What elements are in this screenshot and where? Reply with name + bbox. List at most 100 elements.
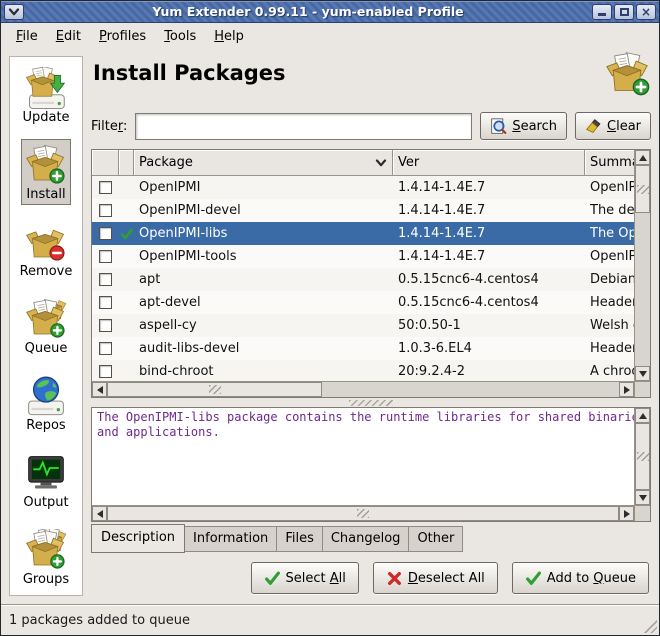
sidebar-item-groups[interactable]: Groups <box>19 524 73 590</box>
row-checkbox[interactable] <box>99 204 112 217</box>
menu-file[interactable]: File <box>7 25 47 48</box>
deselect-all-button[interactable]: Deselect All <box>373 562 498 594</box>
scroll-down-arrow[interactable] <box>635 366 650 381</box>
sidebar-item-label: Remove <box>20 264 73 279</box>
column-header-package[interactable]: Package <box>134 150 393 176</box>
description-vertical-scrollbar[interactable] <box>634 408 650 505</box>
sidebar-item-remove[interactable]: Remove <box>16 216 77 282</box>
column-header-summary[interactable]: Summary <box>585 150 634 176</box>
red-cross-icon <box>386 570 403 587</box>
sidebar-item-install[interactable]: Install <box>21 139 71 205</box>
sidebar-item-label: Queue <box>25 341 68 356</box>
tab-information[interactable]: Information <box>185 526 277 552</box>
row-checkbox[interactable] <box>99 227 112 240</box>
sidebar-item-label: Repos <box>26 418 65 433</box>
row-checkbox[interactable] <box>99 273 112 286</box>
check-icon <box>264 570 281 587</box>
add-to-queue-button[interactable]: Add to Queue <box>512 562 649 594</box>
clear-button[interactable]: Clear <box>575 112 651 140</box>
table-row[interactable]: audit-libs-devel 1.0.3-6.EL4 Header <box>92 337 634 360</box>
column-header-checkbox[interactable] <box>92 150 119 176</box>
table-row[interactable]: OpenIPMI-devel 1.4.14-1.4E.7 The dev <box>92 199 634 222</box>
scroll-down-arrow[interactable] <box>635 490 650 505</box>
row-checkbox[interactable] <box>99 365 112 378</box>
menu-help[interactable]: Help <box>205 25 253 48</box>
table-row[interactable]: apt 0.5.15cnc6-4.centos4 Debian' <box>92 268 634 291</box>
chevron-down-icon <box>8 8 20 16</box>
tab-other[interactable]: Other <box>409 526 463 552</box>
select-all-button[interactable]: Select All <box>251 562 359 594</box>
description-horizontal-scrollbar[interactable] <box>92 505 650 521</box>
queued-check-icon <box>120 227 134 241</box>
action-buttons: Select All Deselect All Add to Queue <box>91 562 651 594</box>
sidebar-item-queue[interactable]: Queue <box>21 293 72 359</box>
scroll-right-arrow[interactable] <box>619 506 634 521</box>
menubar: File Edit Profiles Tools Help <box>1 23 659 49</box>
table-row[interactable]: apt-devel 0.5.15cnc6-4.centos4 Header <box>92 291 634 314</box>
sidebar-item-label: Output <box>23 495 68 510</box>
table-row[interactable]: bind-chroot 20:9.2.4-2 A chroo <box>92 360 634 381</box>
table-row[interactable]: aspell-cy 50:0.50-1 Welsh d <box>92 314 634 337</box>
scroll-left-arrow[interactable] <box>92 382 107 397</box>
table-vertical-scrollbar[interactable] <box>634 150 650 381</box>
resize-grip[interactable] <box>642 618 657 633</box>
scrollbar-thumb[interactable] <box>635 165 650 213</box>
table-horizontal-scrollbar[interactable] <box>92 381 650 397</box>
sidebar: Update Install Remove <box>9 56 83 596</box>
maximize-icon <box>620 8 629 16</box>
tab-changelog[interactable]: Changelog <box>323 526 410 552</box>
info-tabs: Description Information Files Changelog … <box>91 524 651 551</box>
search-icon <box>490 118 507 135</box>
column-header-version[interactable]: Ver <box>393 150 585 176</box>
minimize-icon <box>598 13 606 16</box>
scrollbar-thumb[interactable] <box>107 382 322 397</box>
deselect-all-label: Deselect All <box>408 571 485 586</box>
table-row-selected[interactable]: OpenIPMI-libs 1.4.14-1.4E.7 The Op <box>92 222 634 245</box>
maximize-button[interactable] <box>614 4 634 20</box>
pane-splitter[interactable] <box>91 398 651 407</box>
row-checkbox[interactable] <box>99 181 112 194</box>
row-checkbox[interactable] <box>99 250 112 263</box>
sidebar-item-output[interactable]: Output <box>19 447 72 513</box>
scrollbar-corner <box>634 506 650 521</box>
check-icon <box>525 570 542 587</box>
titlebar[interactable]: Yum Extender 0.99.11 - yum-enabled Profi… <box>1 1 659 23</box>
sidebar-item-label: Install <box>26 187 65 202</box>
scrollbar-thumb[interactable] <box>107 506 619 521</box>
table-row[interactable]: OpenIPMI 1.4.14-1.4E.7 OpenIP <box>92 176 634 199</box>
window-title: Yum Extender 0.99.11 - yum-enabled Profi… <box>25 4 591 19</box>
search-button-label: Search <box>512 119 557 134</box>
tab-files[interactable]: Files <box>277 526 323 552</box>
package-remove-icon <box>25 221 67 263</box>
menu-profiles[interactable]: Profiles <box>90 25 155 48</box>
window-menu-button[interactable] <box>4 4 24 20</box>
tab-description[interactable]: Description <box>91 524 185 553</box>
menu-tools[interactable]: Tools <box>155 25 205 48</box>
sidebar-item-repos[interactable]: Repos <box>21 370 71 436</box>
scroll-left-arrow[interactable] <box>92 506 107 521</box>
row-checkbox[interactable] <box>99 296 112 309</box>
package-table: Package Ver Summary <box>91 149 651 398</box>
scroll-right-arrow[interactable] <box>619 382 634 397</box>
description-panel: The OpenIPMI-libs package contains the r… <box>91 407 651 522</box>
statusbar: 1 packages added to queue <box>1 604 659 635</box>
scroll-up-arrow[interactable] <box>635 150 650 165</box>
scrollbar-corner <box>634 382 650 397</box>
install-packages-icon <box>605 51 651 97</box>
sidebar-item-update[interactable]: Update <box>18 62 73 128</box>
minimize-button[interactable] <box>592 4 612 20</box>
close-button[interactable]: × <box>636 4 656 20</box>
row-checkbox[interactable] <box>99 319 112 332</box>
scroll-up-arrow[interactable] <box>635 408 650 423</box>
column-header-status[interactable] <box>119 150 134 176</box>
table-row[interactable]: OpenIPMI-tools 1.4.14-1.4E.7 OpenIP <box>92 245 634 268</box>
menu-edit[interactable]: Edit <box>47 25 90 48</box>
scrollbar-thumb[interactable] <box>635 423 650 490</box>
splitter-grip-icon <box>349 400 393 406</box>
search-button[interactable]: Search <box>480 112 567 140</box>
package-groups-icon <box>25 529 67 571</box>
filter-input[interactable] <box>135 113 472 140</box>
row-checkbox[interactable] <box>99 342 112 355</box>
filter-label: Filter: <box>91 119 127 134</box>
package-install-icon <box>25 144 67 186</box>
